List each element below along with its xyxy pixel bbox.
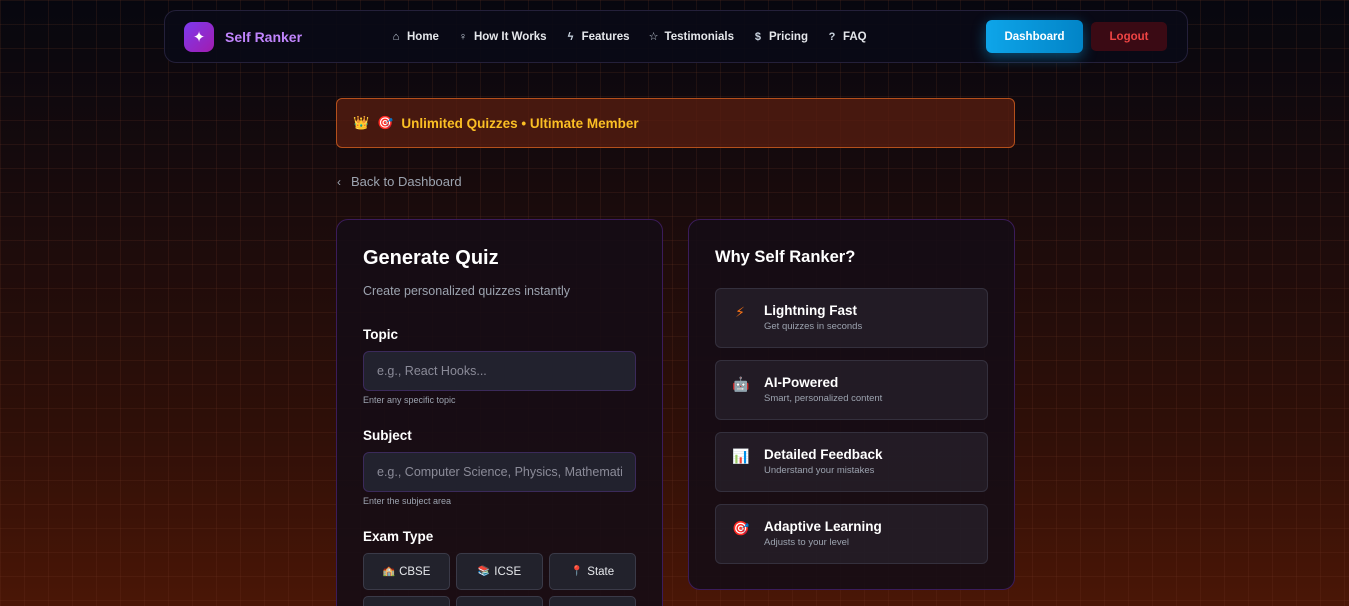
sparkles-icon: ✦: [184, 21, 214, 52]
feature-subtitle: Get quizzes in seconds: [764, 321, 863, 332]
exam-option[interactable]: [456, 596, 543, 606]
dashboard-button[interactable]: Dashboard: [986, 20, 1083, 53]
generate-quiz-subtitle: Create personalized quizzes instantly: [363, 284, 571, 298]
why-title: Why Self Ranker?: [715, 248, 856, 266]
feature-subtitle: Smart, personalized content: [764, 393, 883, 404]
feature-subtitle: Understand your mistakes: [764, 465, 875, 476]
feature-item-detailed-feedback: 📊 Detailed Feedback Understand your mist…: [715, 432, 988, 492]
feature-list: ⚡ Lightning Fast Get quizzes in seconds …: [715, 288, 988, 564]
subject-hint: Enter the subject area: [363, 496, 452, 506]
school-icon: 🏫: [382, 566, 396, 577]
nav-link-label: How It Works: [473, 30, 547, 43]
books-icon: 📚: [477, 566, 491, 577]
feature-title: Lightning Fast: [764, 303, 857, 318]
feature-title: AI-Powered: [764, 375, 839, 390]
bar-chart-icon: 📊: [732, 448, 750, 464]
exam-type-label: Exam Type: [363, 529, 434, 544]
generate-quiz-title: Generate Quiz: [363, 247, 499, 269]
exam-option-cbse[interactable]: 🏫 CBSE: [363, 553, 450, 590]
target-icon: 🎯: [377, 115, 394, 130]
lightning-icon: ⚡: [735, 304, 745, 320]
help-circle-icon: ?: [828, 30, 836, 43]
star-icon: ☆: [648, 31, 659, 43]
feature-item-lightning-fast: ⚡ Lightning Fast Get quizzes in seconds: [715, 288, 988, 348]
nav-link-label: Pricing: [768, 30, 808, 43]
back-label: Back to Dashboard: [351, 174, 462, 189]
feature-title: Detailed Feedback: [764, 447, 883, 462]
exam-option-label: State: [587, 565, 615, 578]
zap-icon: ϟ: [567, 30, 574, 43]
subject-input[interactable]: [363, 452, 636, 492]
nav-links: ⌂ Home ♀ How It Works ϟ Features ☆ Testi…: [390, 11, 885, 62]
exam-option[interactable]: [363, 596, 450, 606]
nav-link-testimonials[interactable]: ☆ Testimonials: [648, 30, 734, 44]
subject-label: Subject: [363, 428, 412, 443]
logout-button[interactable]: Logout: [1091, 22, 1167, 51]
brand[interactable]: ✦ Self Ranker: [184, 21, 303, 52]
top-navbar: ✦ Self Ranker ⌂ Home ♀ How It Works ϟ Fe…: [164, 10, 1188, 63]
exam-option-label: ICSE: [494, 565, 522, 578]
target-icon: 🎯: [732, 520, 750, 536]
dollar-icon: $: [754, 30, 762, 43]
nav-link-label: FAQ: [842, 30, 867, 43]
exam-option-state[interactable]: 📍 State: [549, 553, 636, 590]
generate-quiz-card: Generate Quiz Create personalized quizze…: [336, 219, 663, 606]
topic-input[interactable]: [363, 351, 636, 391]
exam-option-label: CBSE: [399, 565, 431, 578]
nav-link-faq[interactable]: ? FAQ: [826, 31, 867, 43]
topic-hint: Enter any specific topic: [363, 395, 456, 405]
feature-item-adaptive-learning: 🎯 Adaptive Learning Adjusts to your leve…: [715, 504, 988, 564]
nav-link-label: Home: [407, 30, 439, 43]
back-to-dashboard-link[interactable]: ‹ Back to Dashboard: [337, 174, 462, 189]
nav-link-label: Features: [581, 30, 630, 43]
membership-banner: 👑 🎯 Unlimited Quizzes • Ultimate Member: [336, 98, 1015, 148]
brand-name: Self Ranker: [225, 28, 303, 45]
chevron-left-icon: ‹: [337, 174, 341, 189]
feature-item-ai-powered: 🤖 AI-Powered Smart, personalized content: [715, 360, 988, 420]
nav-link-features[interactable]: ϟ Features: [565, 31, 630, 43]
feature-subtitle: Adjusts to your level: [764, 537, 850, 548]
lightbulb-icon: ♀: [458, 30, 468, 43]
pin-icon: 📍: [570, 566, 584, 577]
exam-option[interactable]: [549, 596, 636, 606]
robot-icon: 🤖: [732, 376, 750, 392]
exam-option-icse[interactable]: 📚 ICSE: [456, 553, 543, 590]
nav-link-how-it-works[interactable]: ♀ How It Works: [457, 31, 547, 43]
nav-link-pricing[interactable]: $ Pricing: [752, 31, 808, 43]
topic-label: Topic: [363, 327, 398, 342]
nav-link-home[interactable]: ⌂ Home: [390, 31, 439, 43]
crown-icon: 👑: [353, 115, 370, 130]
why-self-ranker-card: Why Self Ranker? ⚡ Lightning Fast Get qu…: [688, 219, 1015, 590]
feature-title: Adaptive Learning: [764, 519, 882, 534]
exam-type-options: 🏫 CBSE 📚 ICSE 📍 State: [363, 553, 636, 606]
home-icon: ⌂: [392, 30, 400, 43]
nav-link-label: Testimonials: [664, 30, 734, 43]
membership-text: Unlimited Quizzes • Ultimate Member: [401, 115, 639, 131]
